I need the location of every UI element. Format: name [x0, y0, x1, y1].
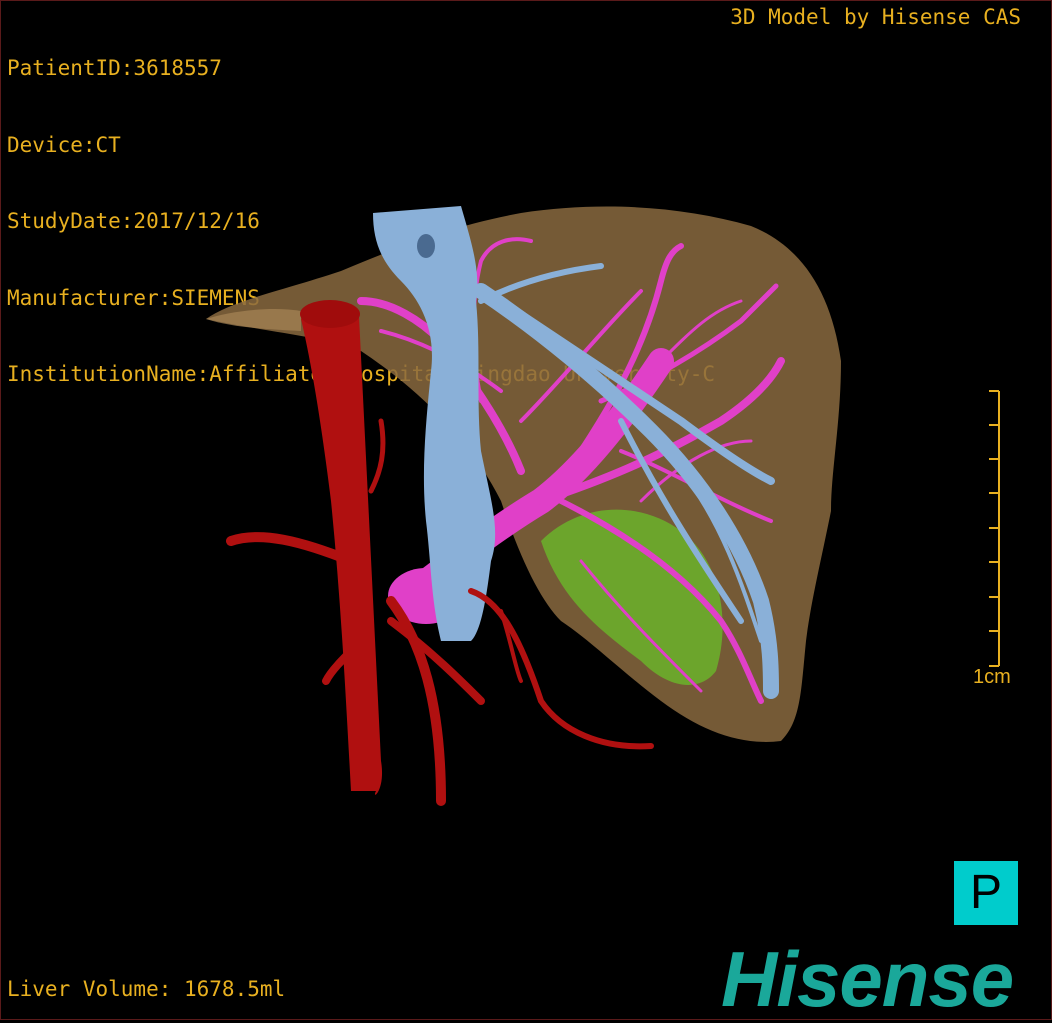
hisense-logo: Hisense	[721, 935, 1014, 1023]
liver-volume-text: Liver Volume: 1678.5ml	[7, 977, 286, 1001]
orientation-marker[interactable]: P	[954, 861, 1018, 925]
scale-bar-label: 1cm	[973, 666, 1011, 688]
3d-liver-model[interactable]	[1, 1, 1051, 1019]
scale-bar	[989, 390, 1000, 667]
viewport[interactable]: PatientID:3618557 Device:CT StudyDate:20…	[0, 0, 1052, 1020]
